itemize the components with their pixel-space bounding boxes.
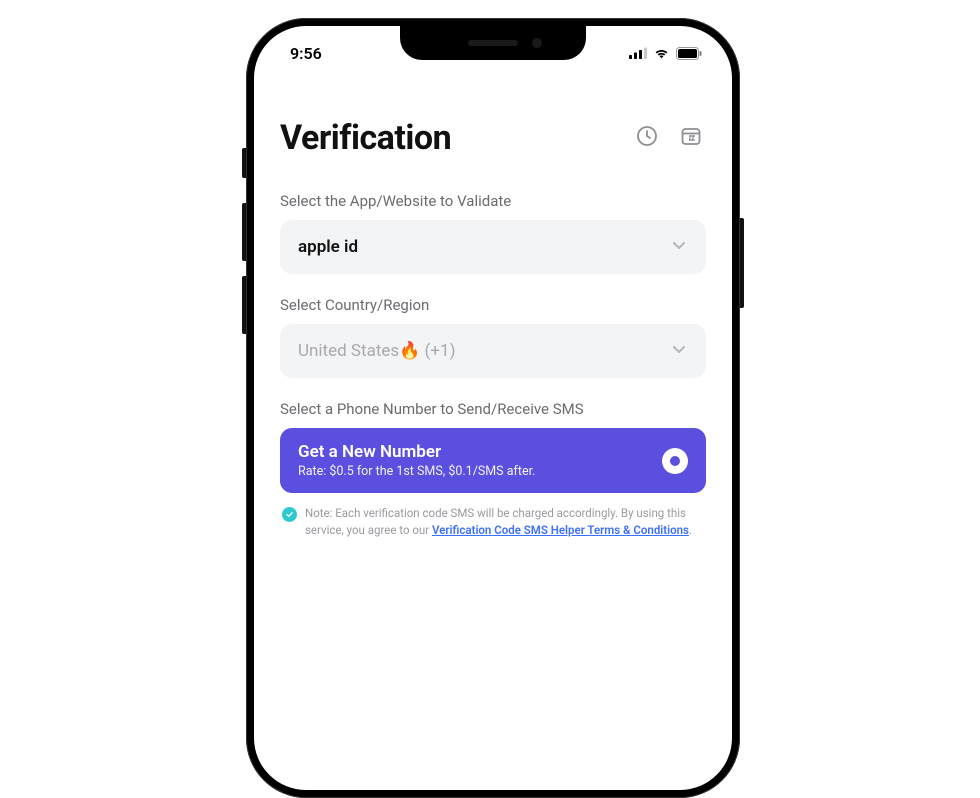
chevron-down-icon [670,340,688,362]
chevron-down-icon [670,236,688,258]
volume-up-button [242,203,246,261]
terms-note: Note: Each verification code SMS will be… [280,505,706,538]
wifi-icon [653,47,670,59]
phone-frame: 9:56 [246,18,740,798]
radio-selected-icon [662,448,688,474]
country-select-field[interactable]: United States🔥 (+1) [280,324,706,378]
button-text-group: Get a New Number Rate: $0.5 for the 1st … [298,442,535,479]
silence-switch [242,148,246,178]
cellular-icon [629,47,647,59]
get-new-number-button[interactable]: Get a New Number Rate: $0.5 for the 1st … [280,428,706,493]
page-title: Verification [280,118,451,158]
volume-down-button [242,276,246,334]
terms-suffix: . [689,523,692,537]
terms-link[interactable]: Verification Code SMS Helper Terms & Con… [432,523,689,537]
speaker-grille [468,40,518,46]
app-select-field[interactable]: apple id [280,220,706,274]
check-circle-icon [282,507,297,522]
app-select-label: Select the App/Website to Validate [280,192,706,210]
calendar-hash-icon [679,124,703,152]
clock-icon [635,124,659,152]
status-time: 9:56 [290,38,322,63]
country-select-label: Select Country/Region [280,296,706,314]
calendar-button[interactable] [676,123,706,153]
phone-select-label: Select a Phone Number to Send/Receive SM… [280,400,706,418]
button-subtitle: Rate: $0.5 for the 1st SMS, $0.1/SMS aft… [298,464,535,479]
content-area: Verification [254,74,732,538]
history-button[interactable] [632,123,662,153]
power-button [740,218,744,308]
title-actions [632,123,706,153]
battery-icon [676,47,702,60]
status-right [629,41,702,60]
front-camera [532,38,542,48]
phone-screen: 9:56 [254,26,732,790]
notch [400,26,586,60]
app-select-value: apple id [298,237,358,257]
country-select-value: United States🔥 (+1) [298,341,456,361]
title-row: Verification [280,118,706,158]
button-title: Get a New Number [298,442,535,462]
terms-text: Note: Each verification code SMS will be… [305,505,704,538]
